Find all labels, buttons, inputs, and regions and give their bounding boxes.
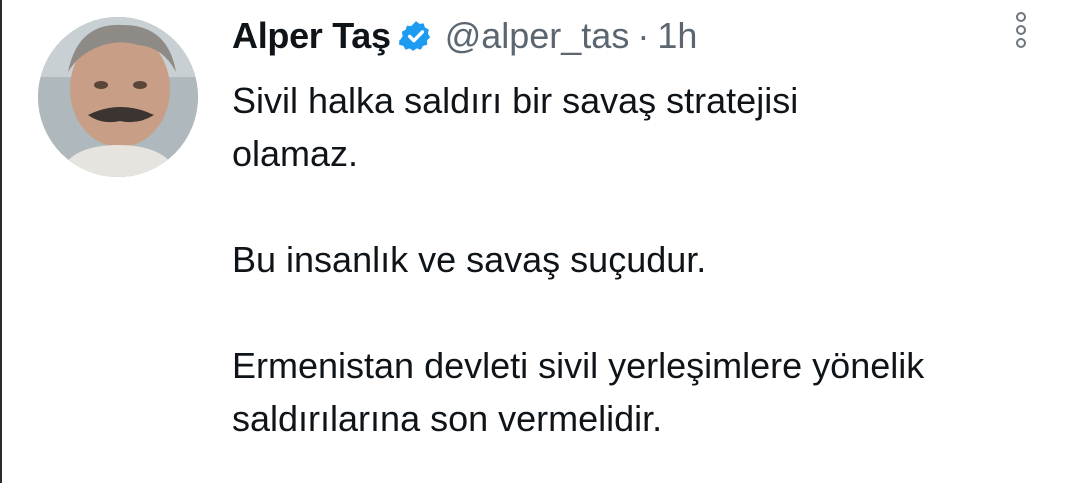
avatar-photo bbox=[38, 17, 198, 177]
separator-dot: · bbox=[637, 15, 650, 56]
tweet-header: Alper Taş @alper_tas · 1h bbox=[232, 10, 992, 62]
author-name[interactable]: Alper Taş bbox=[232, 15, 391, 57]
tweet-paragraph: Ermenistan devleti sivil yerleşimlere yö… bbox=[232, 345, 925, 439]
more-options-icon[interactable] bbox=[1012, 12, 1030, 56]
avatar[interactable] bbox=[38, 17, 198, 177]
tweet-paragraph: Bu insanlık ve savaş suçudur. bbox=[232, 239, 707, 280]
menu-dot bbox=[1016, 12, 1026, 22]
tweet-text: Sivil halka saldırı bir savaş stratejisi… bbox=[232, 74, 992, 445]
tweet: Alper Taş @alper_tas · 1h Sivil halka sa… bbox=[232, 10, 992, 445]
tweet-paragraph: Sivil halka saldırı bir savaş stratejisi… bbox=[232, 80, 799, 174]
menu-dot bbox=[1016, 38, 1026, 48]
verified-badge-icon bbox=[398, 19, 433, 53]
menu-dot bbox=[1016, 25, 1026, 35]
screenshot-border bbox=[0, 0, 2, 483]
tweet-timestamp[interactable]: 1h bbox=[657, 15, 697, 57]
author-handle[interactable]: @alper_tas bbox=[445, 15, 630, 57]
